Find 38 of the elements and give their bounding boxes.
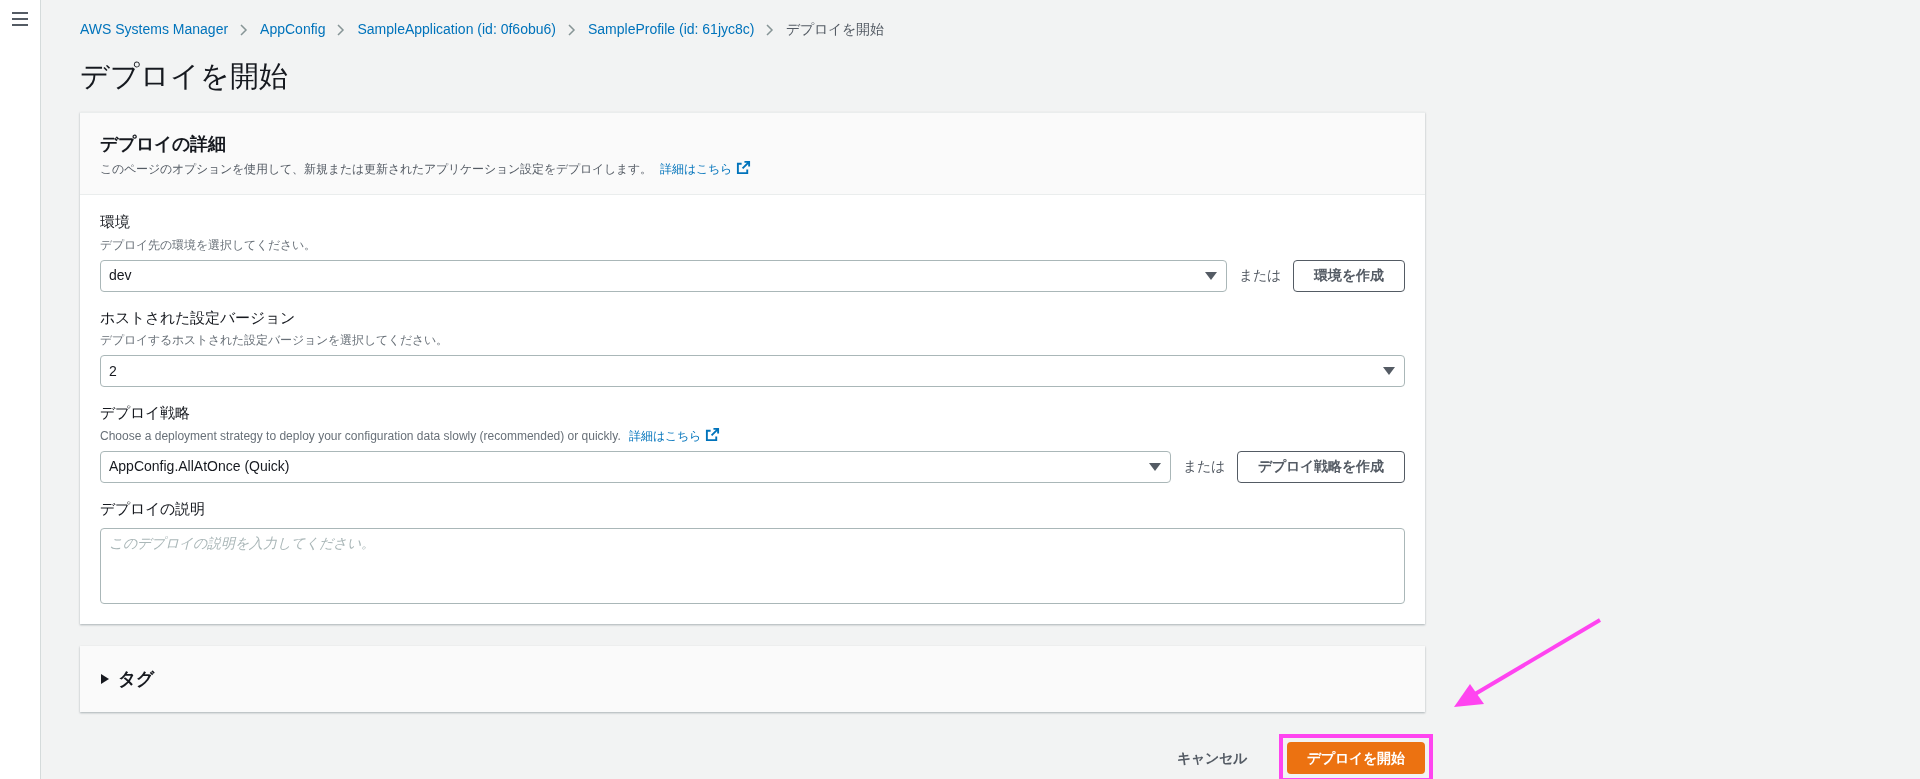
caret-down-icon (1148, 461, 1162, 472)
panel-title: デプロイの詳細 (100, 133, 227, 157)
breadcrumb-current: デプロイを開始 (786, 20, 885, 39)
select-field[interactable]: 2 (100, 355, 1405, 388)
tags-panel[interactable]: タグ (80, 646, 1425, 713)
select-field[interactable]: AppConfig.AllAtOnce (Quick) (100, 450, 1171, 483)
chevron-right-icon (240, 23, 249, 36)
page-title: デプロイを開始 (80, 59, 289, 94)
chevron-right-icon (337, 23, 346, 36)
learn-more-link[interactable]: 詳細はこちら (660, 162, 751, 177)
field-hint: Choose a deployment strategy to deploy your configuration data slowly (recommended) or quickly. (100, 428, 621, 443)
field-label: デプロイの説明 (100, 498, 206, 519)
breadcrumb-link[interactable]: SampleApplication (id: 0f6obu6) (357, 19, 556, 40)
breadcrumb-link[interactable]: AWS Systems Manager (80, 19, 229, 40)
caret-down-icon (1382, 366, 1396, 377)
field-hint: デプロイするホストされた設定バージョンを選択してください。 (100, 333, 448, 348)
cancel-button[interactable]: キャンセル (1161, 742, 1263, 775)
field-label: デプロイ戦略 (100, 403, 191, 424)
field-label: 環境 (100, 212, 131, 233)
panel-description: このページのオプションを使用して、新規または更新されたアプリケーション設定をデプロイします。 (100, 162, 652, 177)
caret-down-icon (1204, 270, 1218, 281)
field-hint: デプロイ先の環境を選択してください。 (100, 237, 316, 252)
external-link-icon (736, 160, 751, 176)
create-button[interactable]: 環境を作成 (1293, 259, 1405, 292)
description-textarea[interactable]: このデプロイの説明を入力してください。 (100, 528, 1405, 605)
create-button[interactable]: デプロイ戦略を作成 (1237, 450, 1405, 483)
chevron-right-icon (766, 23, 775, 36)
external-link-icon (704, 426, 720, 442)
learn-more-link[interactable]: 詳細はこちら (628, 428, 720, 443)
breadcrumb-link[interactable]: SampleProfile (id: 61jyc8c) (587, 19, 755, 40)
tags-title: タグ (118, 667, 154, 691)
chevron-right-icon (567, 23, 576, 36)
select-field[interactable]: dev (100, 259, 1227, 292)
or-label: または (1239, 266, 1281, 286)
or-label: または (1183, 457, 1225, 477)
menu-icon[interactable] (12, 12, 28, 26)
breadcrumb-link[interactable]: AppConfig (260, 19, 326, 40)
field-label: ホストされた設定バージョン (100, 307, 296, 328)
